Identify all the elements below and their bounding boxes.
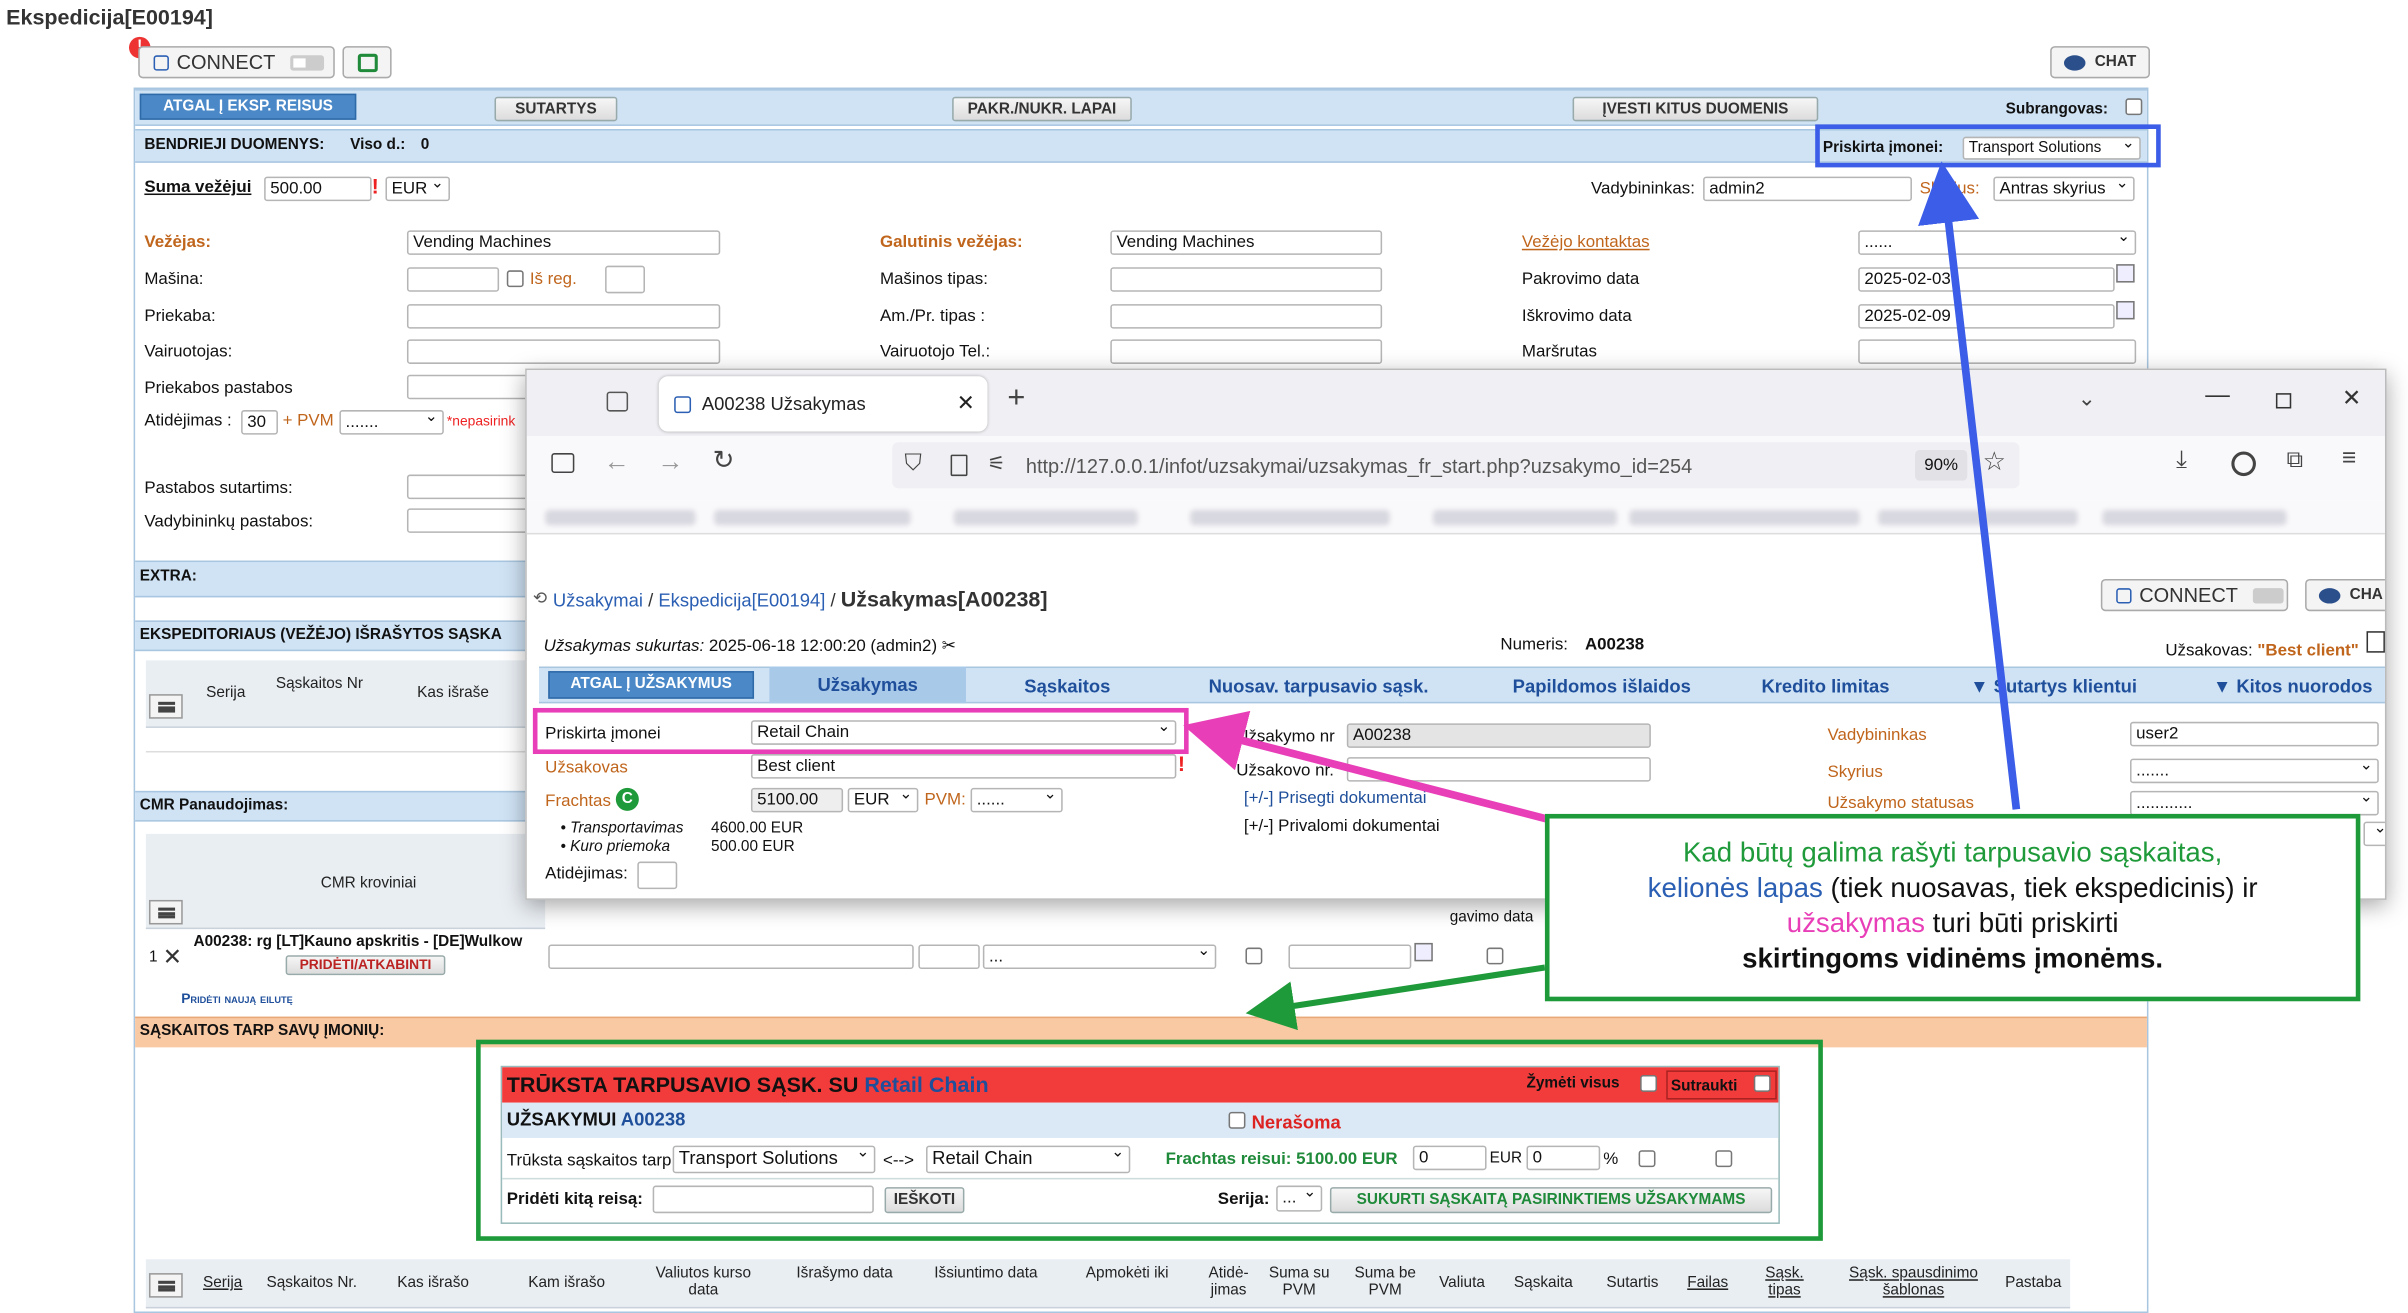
callout-box: Kad būtų galima rašyti tarpusavio sąskai… <box>1544 813 2361 1002</box>
blue-arrow <box>1918 161 2021 810</box>
pink-arrow <box>1183 710 1553 824</box>
annotation-arrows <box>1183 161 2021 1031</box>
green-arrow <box>1245 964 1546 1031</box>
